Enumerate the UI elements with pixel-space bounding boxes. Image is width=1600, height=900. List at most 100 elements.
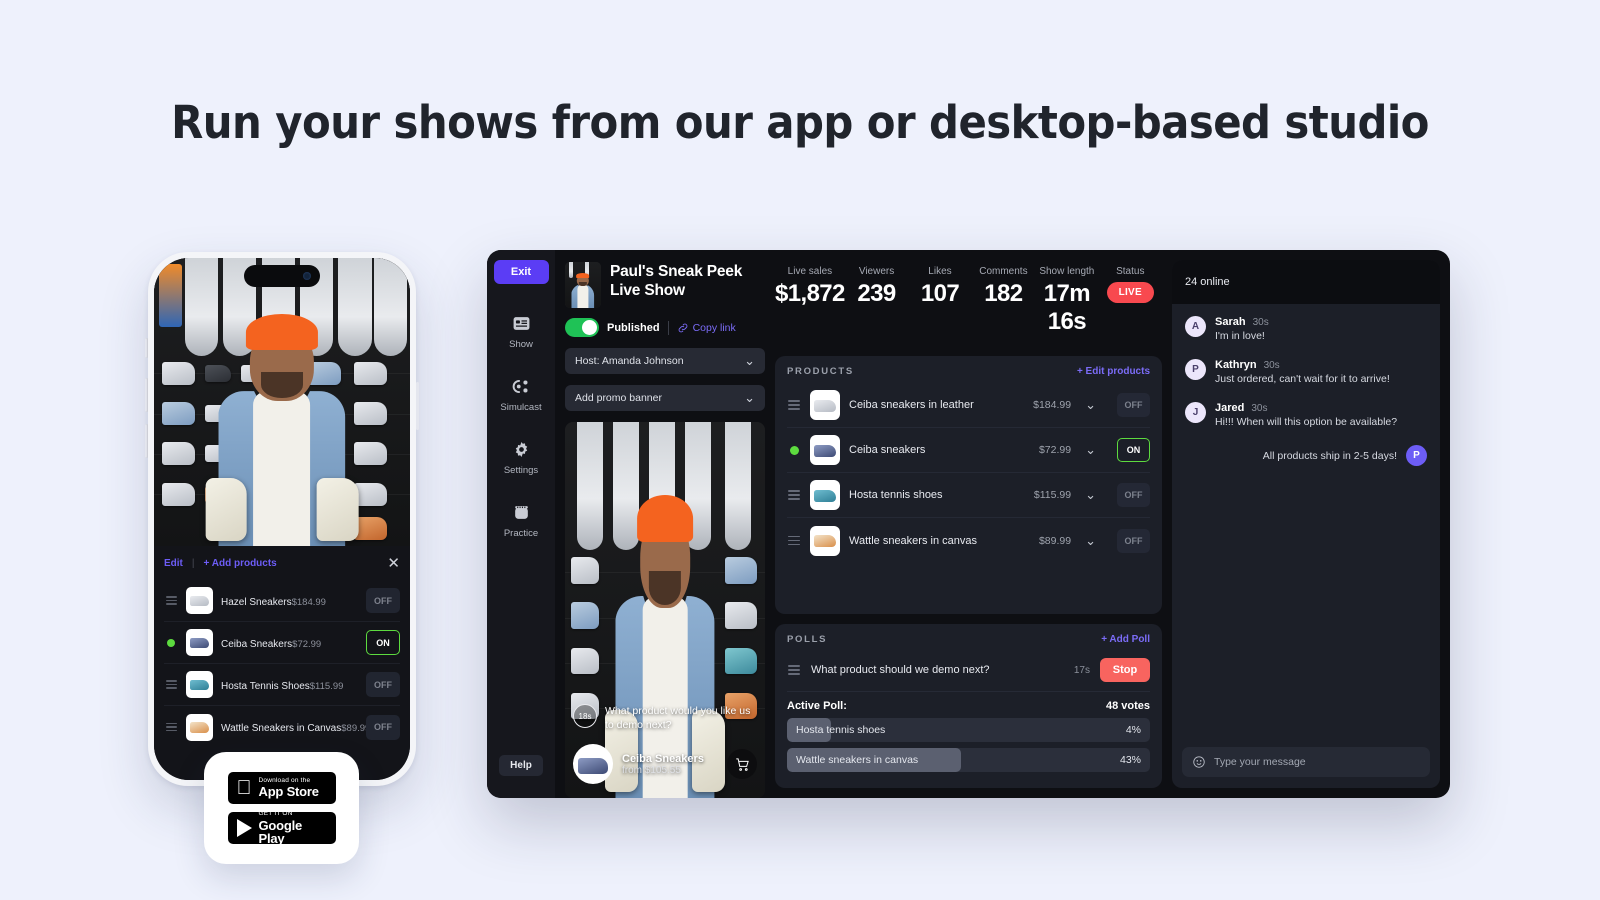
product-name: Hazel Sneakers: [221, 596, 292, 608]
chevron-down-icon[interactable]: ⌄: [1085, 397, 1096, 413]
product-name: Hosta Tennis Shoes: [221, 680, 310, 692]
chat-message-author: Jared: [1215, 402, 1245, 414]
list-item[interactable]: Ceiba Sneakers$72.99 ON: [164, 622, 400, 664]
drag-handle-icon[interactable]: [164, 680, 178, 689]
avatar: P: [1185, 359, 1206, 380]
stop-poll-button[interactable]: Stop: [1100, 658, 1150, 682]
sidebar-item-practice[interactable]: Practice: [487, 489, 555, 552]
show-icon: [511, 313, 532, 334]
active-indicator: [789, 445, 799, 455]
stat-label: Comments: [979, 266, 1028, 277]
poll-option-percent: 4%: [1125, 724, 1141, 736]
desktop-studio-window: Exit Show Simulcast Settings Practice He…: [487, 250, 1450, 798]
phone-edit-button[interactable]: Edit: [164, 558, 183, 569]
published-toggle[interactable]: [565, 318, 599, 337]
phone-volume-up-button: [145, 378, 148, 412]
phone-screen: Edit | + Add products ✕ Hazel Sneakers$1…: [154, 258, 410, 780]
edit-products-button[interactable]: + Edit products: [1077, 366, 1150, 377]
phone-add-products-button[interactable]: + Add products: [204, 558, 277, 569]
product-toggle[interactable]: OFF: [1117, 528, 1150, 553]
product-name: Ceiba Sneakers: [221, 638, 293, 650]
chat-panel: 24 online A Sarah 30s I'm in love! P Kathryn 3…: [1172, 260, 1440, 788]
stat-value: 182: [984, 280, 1023, 307]
exit-button[interactable]: Exit: [493, 260, 549, 284]
app-store-badge[interactable]:  Download on the App Store: [227, 772, 336, 804]
add-poll-button[interactable]: + Add Poll: [1101, 634, 1150, 645]
product-toggle[interactable]: OFF: [366, 588, 400, 613]
page-title: Run your shows from our app or desktop-b…: [171, 96, 1429, 149]
table-row[interactable]: Ceiba sneakers in leather $184.99 ⌄ OFF: [787, 383, 1150, 428]
product-thumbnail: [810, 525, 840, 556]
drag-handle-icon[interactable]: [787, 400, 801, 410]
product-toggle[interactable]: OFF: [366, 714, 400, 740]
sidebar-item-simulcast[interactable]: Simulcast: [487, 363, 555, 426]
google-play-badge[interactable]: GET IT ON Google Play: [227, 810, 336, 845]
poll-option[interactable]: Hosta tennis shoes 4%: [787, 718, 1150, 742]
table-row[interactable]: Ceiba sneakers $72.99 ⌄ ON: [787, 428, 1150, 473]
product-toggle[interactable]: ON: [1117, 438, 1150, 462]
polls-panel-header: POLLS + Add Poll: [787, 634, 1150, 645]
stat-label: Live sales: [787, 266, 833, 277]
host-select[interactable]: Host: Amanda Johnson ⌄: [565, 348, 765, 374]
product-toggle[interactable]: OFF: [1117, 483, 1150, 507]
poll-option[interactable]: Wattle sneakers in canvas 43%: [787, 748, 1150, 772]
product-thumbnail: [810, 390, 840, 420]
chat-message: J Jared 30s Hi!!! When will this option be …: [1185, 402, 1427, 430]
phone-silent-switch: [145, 338, 148, 358]
chevron-down-icon[interactable]: ⌄: [1085, 533, 1096, 549]
product-name: Ceiba sneakers in leather: [849, 399, 974, 411]
phone-notch: [244, 265, 320, 287]
product-name: Wattle Sneakers in Canvas: [221, 723, 342, 734]
product-toggle[interactable]: OFF: [1117, 393, 1150, 417]
list-item[interactable]: Hazel Sneakers$184.99 OFF: [164, 580, 400, 622]
stat-value: $1,872: [775, 280, 845, 307]
product-price: $184.99: [1033, 399, 1072, 411]
table-row[interactable]: Hosta tennis shoes $115.99 ⌄ OFF: [787, 473, 1150, 518]
published-label: Published: [607, 321, 660, 334]
smiley-icon: [1193, 756, 1205, 768]
poll-option-label: Wattle sneakers in canvas: [796, 754, 919, 766]
help-button[interactable]: Help: [499, 755, 543, 776]
host-avatar-scene: [565, 262, 601, 308]
product-toggle[interactable]: ON: [366, 630, 400, 655]
drag-handle-icon[interactable]: [787, 535, 801, 546]
drag-handle-icon[interactable]: [787, 665, 801, 675]
sidebar-item-show-label: Show: [509, 339, 533, 350]
poll-overlay-question: What product would you like us to demo n…: [605, 705, 751, 731]
sidebar-item-show[interactable]: Show: [487, 300, 555, 363]
published-row: Published Copy link: [565, 318, 765, 337]
table-row[interactable]: Wattle sneakers in canvas $89.99 ⌄ OFF: [787, 518, 1150, 563]
preview-scene: [565, 422, 765, 798]
chevron-down-icon[interactable]: ⌄: [1085, 487, 1096, 503]
phone-volume-down-button: [145, 424, 148, 458]
google-play-badge-small: GET IT ON: [258, 810, 293, 818]
product-toggle[interactable]: OFF: [366, 672, 400, 697]
chat-message-time: 30s: [1263, 360, 1280, 371]
chat-messages: A Sarah 30s I'm in love! P Kathryn 30s Just ord…: [1172, 304, 1440, 747]
chat-input[interactable]: Type your message: [1182, 747, 1430, 777]
list-item[interactable]: Hosta Tennis Shoes$115.99 OFF: [164, 664, 400, 706]
list-item[interactable]: Wattle Sneakers in Canvas$89.99 OFF: [164, 706, 400, 748]
chat-message: P Kathryn 30s Just ordered, can't wait for …: [1185, 359, 1427, 387]
products-panel: PRODUCTS + Edit products Ceiba sneakers …: [775, 356, 1162, 614]
drag-handle-icon[interactable]: [164, 722, 178, 732]
cart-icon[interactable]: [727, 749, 757, 779]
poll-options-container: Hosta tennis shoes 4% Wattle sneakers in c…: [787, 718, 1150, 772]
copy-link-button[interactable]: Copy link: [677, 322, 736, 334]
chat-message-text: Hi!!! When will this option be available…: [1215, 416, 1398, 428]
chat-message-text: All products ship in 2-5 days!: [1262, 449, 1397, 462]
host-person: [203, 304, 362, 546]
show-header: Paul's Sneak Peek Live Show: [565, 262, 765, 308]
divider: [667, 320, 669, 335]
close-icon[interactable]: ✕: [387, 556, 400, 571]
chevron-down-icon[interactable]: ⌄: [1085, 442, 1096, 458]
sidebar-item-settings[interactable]: Settings: [487, 426, 555, 489]
live-preview: 18s What product would you like us to de…: [565, 422, 765, 798]
apple-icon: : [237, 778, 252, 798]
drag-handle-icon[interactable]: [164, 596, 178, 605]
phone-header-separator: |: [191, 557, 195, 569]
drag-handle-icon[interactable]: [787, 490, 801, 500]
promo-banner-select[interactable]: Add promo banner ⌄: [565, 385, 765, 411]
stat-value: 107: [920, 280, 960, 307]
wall-poster: [159, 263, 183, 328]
